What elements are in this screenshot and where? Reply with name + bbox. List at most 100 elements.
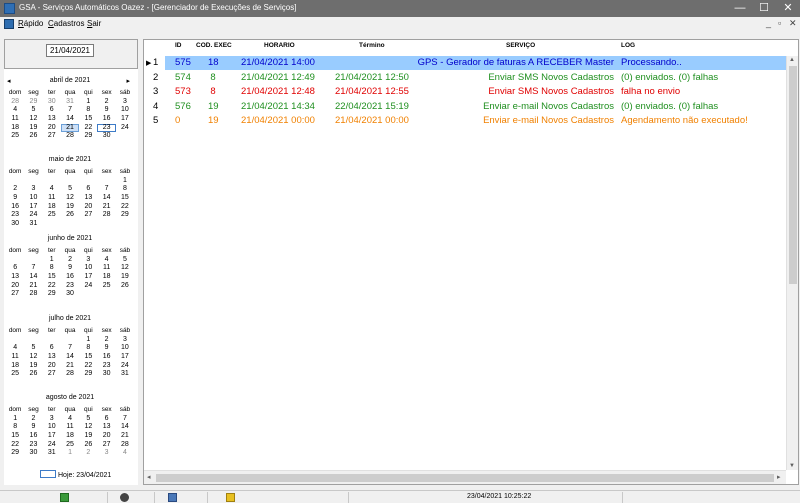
calendar-day[interactable]: 15	[43, 273, 61, 282]
calendar-day[interactable]: 10	[116, 106, 134, 115]
calendar-day[interactable]: 3	[116, 336, 134, 345]
calendar-day[interactable]: 5	[79, 415, 97, 424]
calendar-day[interactable]: 31	[24, 220, 42, 229]
calendar-next-button[interactable]: ▸	[126, 77, 130, 85]
calendar-day[interactable]: 27	[79, 211, 97, 220]
calendar-day[interactable]: 20	[6, 282, 24, 291]
calendar-day[interactable]: 19	[79, 432, 97, 441]
calendar-day[interactable]: 30	[43, 98, 61, 107]
mdi-restore-button[interactable]: ▫	[778, 18, 781, 28]
calendar-day[interactable]: 5	[116, 256, 134, 265]
calendar-day[interactable]: 29	[79, 132, 97, 141]
calendar-day[interactable]: 16	[6, 203, 24, 212]
mdi-minimize-button[interactable]: _	[766, 18, 771, 28]
calendar-day[interactable]: 29	[79, 370, 97, 379]
calendar-day[interactable]: 1	[61, 449, 79, 458]
calendar-day[interactable]: 20	[79, 203, 97, 212]
calendar-day[interactable]: 25	[6, 370, 24, 379]
calendar-day[interactable]: 29	[116, 211, 134, 220]
calendar-day[interactable]: 14	[61, 353, 79, 362]
calendar-day[interactable]: 2	[79, 449, 97, 458]
calendar-day[interactable]: 22	[79, 124, 97, 133]
calendar-day[interactable]: 6	[79, 185, 97, 194]
calendar-day[interactable]: 16	[97, 115, 115, 124]
scroll-left-icon[interactable]: ◂	[147, 473, 151, 481]
calendar-day[interactable]: 12	[61, 194, 79, 203]
calendar-day[interactable]: 1	[43, 256, 61, 265]
calendar-day[interactable]: 15	[79, 353, 97, 362]
calendar-day[interactable]: 26	[61, 211, 79, 220]
calendar-day[interactable]: 16	[24, 432, 42, 441]
calendar-day[interactable]: 18	[97, 273, 115, 282]
calendar-day[interactable]: 1	[6, 415, 24, 424]
calendar-day[interactable]: 7	[61, 106, 79, 115]
calendar-day[interactable]: 18	[6, 124, 24, 133]
column-header-log[interactable]: LOG	[621, 42, 635, 49]
calendar-day[interactable]: 12	[24, 353, 42, 362]
calendar-day[interactable]: 28	[116, 441, 134, 450]
calendar-day[interactable]: 8	[79, 344, 97, 353]
calendar-day[interactable]: 9	[61, 264, 79, 273]
calendar-day[interactable]: 16	[97, 353, 115, 362]
calendar-day[interactable]: 8	[43, 264, 61, 273]
calendar-day[interactable]: 4	[116, 449, 134, 458]
calendar-day[interactable]: 31	[61, 98, 79, 107]
key-icon[interactable]	[226, 493, 235, 502]
mdi-child-icon[interactable]	[4, 19, 14, 29]
mdi-close-button[interactable]: ✕	[789, 18, 797, 29]
calendar-day[interactable]: 10	[116, 344, 134, 353]
calendar-day[interactable]: 30	[24, 449, 42, 458]
calendar-day[interactable]: 24	[79, 282, 97, 291]
horizontal-scroll-thumb[interactable]	[156, 474, 774, 482]
calendar-day[interactable]: 29	[43, 290, 61, 299]
executions-grid[interactable]: ID COD. EXEC HORARIO Término SERVIÇO LOG…	[143, 39, 799, 485]
calendar-day[interactable]: 13	[6, 273, 24, 282]
calendar-day[interactable]: 31	[43, 449, 61, 458]
calendar-day[interactable]: 23	[97, 362, 115, 371]
calendar-day[interactable]: 3	[43, 415, 61, 424]
calendar-day[interactable]: 12	[79, 423, 97, 432]
calendar-day[interactable]: 29	[6, 449, 24, 458]
calendar-day[interactable]: 25	[43, 211, 61, 220]
calendar-day[interactable]: 18	[43, 203, 61, 212]
calendar-day[interactable]: 12	[24, 115, 42, 124]
calendar-day[interactable]: 31	[116, 370, 134, 379]
calendar-day[interactable]: 20	[97, 432, 115, 441]
calendar-day[interactable]: 13	[43, 353, 61, 362]
calendar-day[interactable]: 10	[79, 264, 97, 273]
calendar-day[interactable]: 13	[79, 194, 97, 203]
calendar-day[interactable]: 7	[24, 264, 42, 273]
calendar-day[interactable]: 20	[43, 124, 61, 133]
calendar-day[interactable]: 17	[116, 115, 134, 124]
today-link[interactable]: Hoje: 23/04/2021	[40, 470, 111, 479]
calendar-day[interactable]: 11	[43, 194, 61, 203]
calendar-day[interactable]: 1	[79, 98, 97, 107]
calendar-day[interactable]: 16	[61, 273, 79, 282]
calendar-day[interactable]: 4	[6, 106, 24, 115]
calendar-day[interactable]: 26	[24, 370, 42, 379]
table-row[interactable]: 5 0 19 21/04/2021 00:00 21/04/2021 00:00 Envi…	[144, 114, 786, 128]
calendar-day[interactable]: 11	[61, 423, 79, 432]
vertical-scrollbar[interactable]: ▲ ▼	[786, 56, 798, 470]
calendar-day[interactable]: 2	[97, 336, 115, 345]
calendar-day[interactable]: 6	[6, 264, 24, 273]
calendar-day[interactable]: 23	[24, 441, 42, 450]
calendar-day[interactable]: 3	[24, 185, 42, 194]
calendar-day[interactable]: 2	[61, 256, 79, 265]
calendar-day[interactable]: 18	[6, 362, 24, 371]
calendar-day[interactable]: 19	[24, 362, 42, 371]
calendar-day[interactable]: 14	[24, 273, 42, 282]
calendar-day[interactable]: 30	[97, 132, 115, 141]
calendar-day[interactable]: 4	[6, 344, 24, 353]
calendar-day[interactable]: 27	[43, 132, 61, 141]
calendar-day[interactable]: 8	[116, 185, 134, 194]
calendar-day[interactable]: 7	[61, 344, 79, 353]
calendar-day[interactable]: 22	[79, 362, 97, 371]
calendar-day[interactable]: 30	[6, 220, 24, 229]
calendar-day[interactable]: 27	[43, 370, 61, 379]
calendar-day[interactable]: 24	[24, 211, 42, 220]
calendar-day[interactable]: 27	[6, 290, 24, 299]
calendar-day[interactable]: 12	[116, 264, 134, 273]
calendar-day[interactable]: 28	[61, 132, 79, 141]
table-row[interactable]: 3 573 8 21/04/2021 12:48 21/04/2021 12:55 Env…	[144, 85, 786, 99]
